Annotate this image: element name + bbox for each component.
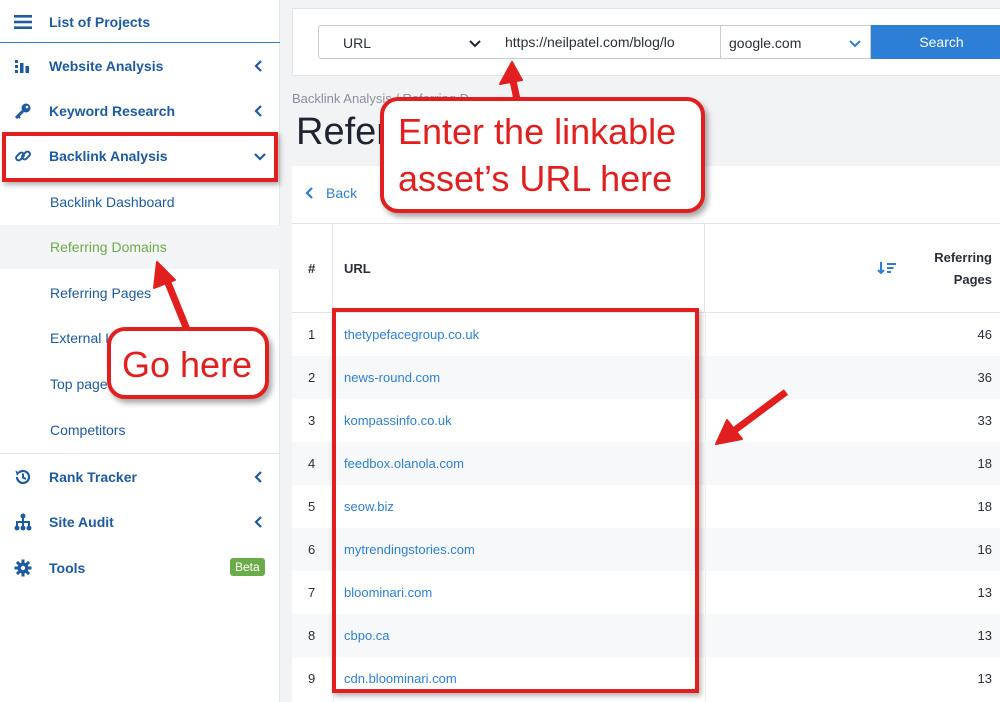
referring-pages-count: 16 bbox=[977, 542, 992, 557]
search-type-select[interactable]: URL bbox=[318, 25, 492, 59]
sidebar-item-label: Rank Tracker bbox=[49, 469, 137, 485]
row-number: 9 bbox=[308, 671, 316, 686]
search-type-value: URL bbox=[343, 35, 372, 51]
sidebar-item-label: Tools bbox=[49, 560, 86, 576]
row-number: 1 bbox=[308, 327, 316, 342]
divider bbox=[0, 42, 280, 43]
sidebar-subitem-referring-pages[interactable]: Referring Pages bbox=[0, 271, 280, 315]
beta-badge: Beta bbox=[230, 558, 265, 576]
sidebar-subitem-label: Competitors bbox=[50, 422, 126, 438]
sidebar-item-label: List of Projects bbox=[49, 14, 151, 30]
sidebar-subitem-competitors[interactable]: Competitors bbox=[0, 408, 280, 452]
gear-icon bbox=[12, 557, 34, 579]
chevron-left-icon bbox=[254, 60, 262, 72]
referring-pages-count: 18 bbox=[977, 456, 992, 471]
sidebar-item-label: Site Audit bbox=[49, 514, 114, 530]
column-header-label: URL bbox=[344, 261, 371, 276]
back-label: Back bbox=[326, 185, 358, 201]
column-header-url[interactable]: URL bbox=[333, 224, 705, 313]
chevron-left-icon bbox=[254, 105, 262, 117]
history-icon bbox=[12, 466, 34, 488]
sidebar-item-list-of-projects[interactable]: List of Projects bbox=[0, 0, 280, 44]
chevron-left-icon bbox=[305, 187, 313, 199]
sort-descending-icon[interactable] bbox=[877, 261, 897, 275]
referring-pages-count: 36 bbox=[977, 370, 992, 385]
key-icon bbox=[12, 100, 34, 122]
sidebar-item-label: Keyword Research bbox=[49, 103, 176, 119]
referring-pages-count: 13 bbox=[977, 585, 992, 600]
row-number: 5 bbox=[308, 499, 316, 514]
row-number: 2 bbox=[308, 370, 316, 385]
callout-go-here: Go here bbox=[107, 327, 269, 399]
search-button[interactable]: Search bbox=[871, 25, 1000, 59]
row-number: 3 bbox=[308, 413, 316, 428]
sidebar-subitem-referring-domains[interactable]: Referring Domains bbox=[0, 225, 280, 269]
highlight-box-backlink-analysis bbox=[2, 132, 278, 182]
column-header-label: # bbox=[308, 261, 316, 276]
sidebar-subitem-label: Referring Pages bbox=[50, 285, 152, 301]
column-header-referring-pages[interactable]: Referring Pages bbox=[705, 224, 1000, 313]
row-number: 6 bbox=[308, 542, 316, 557]
chevron-left-icon bbox=[254, 471, 262, 483]
url-input[interactable] bbox=[491, 25, 721, 59]
bar-chart-icon bbox=[12, 55, 34, 77]
search-engine-select[interactable]: google.com bbox=[720, 25, 871, 59]
chevron-down-icon bbox=[849, 40, 861, 48]
callout-text: Go here bbox=[122, 344, 253, 385]
sidebar-subitem-label: Top page bbox=[50, 376, 108, 392]
sidebar-item-website-analysis[interactable]: Website Analysis bbox=[0, 44, 280, 88]
search-bar: URL google.com Search bbox=[292, 8, 1000, 76]
column-header-label: Referring bbox=[934, 250, 992, 265]
callout-text: asset’s URL here bbox=[398, 158, 673, 199]
sidebar-item-label: Website Analysis bbox=[49, 58, 164, 74]
highlight-box-domain-list bbox=[332, 308, 699, 693]
page-title: Refer bbox=[296, 111, 389, 153]
sidebar-item-tools[interactable]: Tools Beta bbox=[0, 546, 280, 590]
sidebar-subitem-backlink-dashboard[interactable]: Backlink Dashboard bbox=[0, 180, 280, 224]
column-header-label: Pages bbox=[953, 272, 992, 287]
row-number: 8 bbox=[308, 628, 316, 643]
referring-pages-count: 13 bbox=[977, 671, 992, 686]
sidebar-subitem-label: Backlink Dashboard bbox=[50, 194, 175, 210]
referring-pages-count: 33 bbox=[977, 413, 992, 428]
column-header-number: # bbox=[292, 224, 333, 313]
chevron-left-icon bbox=[254, 516, 262, 528]
referring-pages-count: 18 bbox=[977, 499, 992, 514]
divider bbox=[0, 453, 280, 454]
callout-text: Enter the linkable bbox=[398, 111, 677, 152]
sitemap-icon bbox=[12, 511, 34, 533]
sidebar-item-site-audit[interactable]: Site Audit bbox=[0, 500, 280, 544]
callout-enter-url: Enter the linkable asset’s URL here bbox=[380, 97, 705, 213]
row-number: 7 bbox=[308, 585, 316, 600]
row-number: 4 bbox=[308, 456, 316, 471]
referring-pages-count: 13 bbox=[977, 628, 992, 643]
search-engine-value: google.com bbox=[729, 35, 802, 51]
back-button[interactable]: Back bbox=[304, 185, 357, 201]
referring-pages-count: 46 bbox=[977, 327, 992, 342]
chevron-down-icon bbox=[469, 40, 481, 48]
sidebar-subitem-label: Referring Domains bbox=[50, 239, 167, 255]
sidebar-item-rank-tracker[interactable]: Rank Tracker bbox=[0, 455, 280, 499]
sidebar-subitem-label: External L bbox=[50, 330, 114, 346]
sidebar-item-keyword-research[interactable]: Keyword Research bbox=[0, 89, 280, 133]
list-icon bbox=[12, 11, 34, 33]
